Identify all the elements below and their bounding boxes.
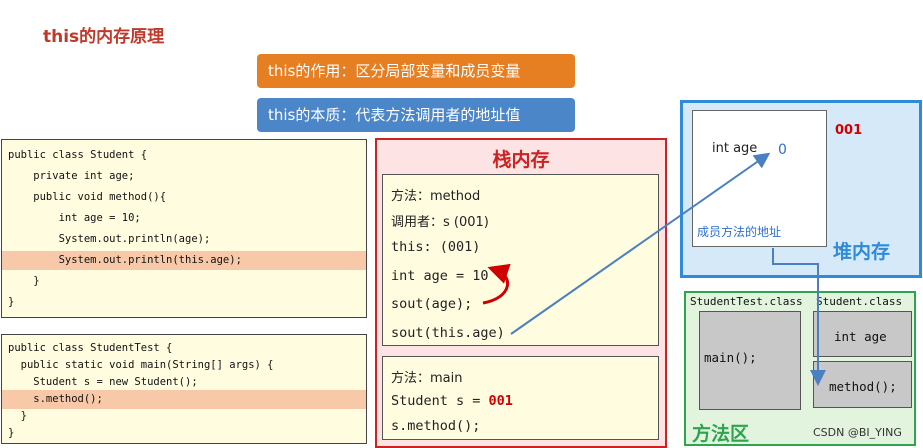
age-lookup-curve-arrow [482, 263, 511, 305]
connector-overlay [482, 152, 826, 386]
heap-to-method-arrow [772, 248, 826, 386]
this-to-heap-arrow [510, 152, 771, 335]
